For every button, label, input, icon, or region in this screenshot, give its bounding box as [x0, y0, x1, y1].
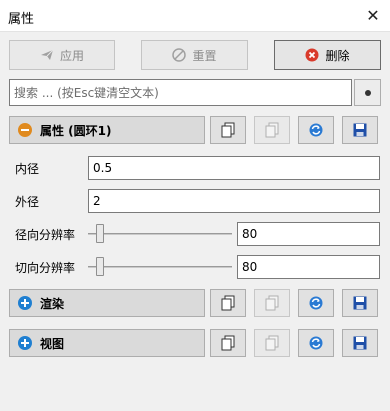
paste-button[interactable] [254, 329, 290, 357]
outer-radius-label: 外径 [15, 195, 40, 209]
paper-plane-icon [40, 49, 54, 60]
tangential-resolution-slider[interactable] [88, 255, 232, 279]
delete-label: 删除 [325, 48, 350, 63]
slider-thumb[interactable] [96, 224, 104, 243]
inner-radius-input[interactable]: 0.5 [88, 156, 380, 180]
save-button[interactable] [342, 329, 378, 357]
expand-icon [18, 296, 32, 310]
copy-button[interactable] [210, 329, 246, 357]
radial-resolution-label: 径向分辨率 [15, 228, 76, 242]
save-button[interactable] [342, 289, 378, 317]
tangential-resolution-label: 切向分辨率 [15, 261, 76, 275]
save-icon [353, 123, 367, 137]
save-icon [353, 296, 367, 310]
copy-button[interactable] [210, 289, 246, 317]
save-icon [353, 336, 367, 350]
section-view-header[interactable]: 视图 [9, 329, 205, 357]
reload-icon [309, 123, 323, 137]
search-input[interactable]: 搜索 ... (按Esc键清空文本) [9, 79, 352, 106]
reload-button[interactable] [298, 289, 334, 317]
section-properties-header[interactable]: 属性 (圆环1) [9, 116, 205, 144]
slider-thumb[interactable] [96, 257, 104, 276]
title-bar: 属性 ✕ [0, 0, 390, 32]
section-properties-label: 属性 (圆环1) [40, 123, 112, 138]
radial-resolution-input[interactable]: 80 [237, 222, 380, 246]
copy-button[interactable] [210, 116, 246, 144]
copy-icon [221, 122, 235, 138]
slider-track [88, 233, 232, 235]
radial-resolution-slider[interactable] [88, 222, 232, 246]
paste-icon [265, 295, 279, 311]
delete-icon [305, 48, 319, 62]
reload-icon [309, 296, 323, 310]
apply-label: 应用 [59, 48, 84, 63]
apply-button[interactable]: 应用 [9, 40, 115, 70]
paste-icon [265, 335, 279, 351]
collapse-icon [18, 123, 32, 137]
section-render-label: 渲染 [40, 296, 65, 311]
paste-button[interactable] [254, 289, 290, 317]
save-button[interactable] [342, 116, 378, 144]
paste-icon [265, 122, 279, 138]
reset-label: 重置 [192, 48, 217, 63]
expand-icon [18, 336, 32, 350]
tangential-resolution-input[interactable]: 80 [237, 255, 380, 279]
reload-button[interactable] [298, 116, 334, 144]
reload-icon [309, 336, 323, 350]
copy-icon [221, 335, 235, 351]
paste-button[interactable] [254, 116, 290, 144]
search-placeholder: 搜索 ... (按Esc键清空文本) [14, 86, 159, 100]
copy-icon [221, 295, 235, 311]
outer-radius-input[interactable]: 2 [88, 189, 380, 213]
search-options-button[interactable] [354, 79, 381, 106]
reload-button[interactable] [298, 329, 334, 357]
delete-button[interactable]: 删除 [274, 40, 381, 70]
window-title: 属性 [8, 12, 35, 27]
close-icon[interactable]: ✕ [362, 5, 384, 27]
section-render-header[interactable]: 渲染 [9, 289, 205, 317]
inner-radius-label: 内径 [15, 162, 40, 176]
reset-button[interactable]: 重置 [141, 40, 248, 70]
section-view-label: 视图 [40, 336, 65, 351]
reset-icon [172, 48, 187, 62]
slider-track [88, 266, 232, 268]
